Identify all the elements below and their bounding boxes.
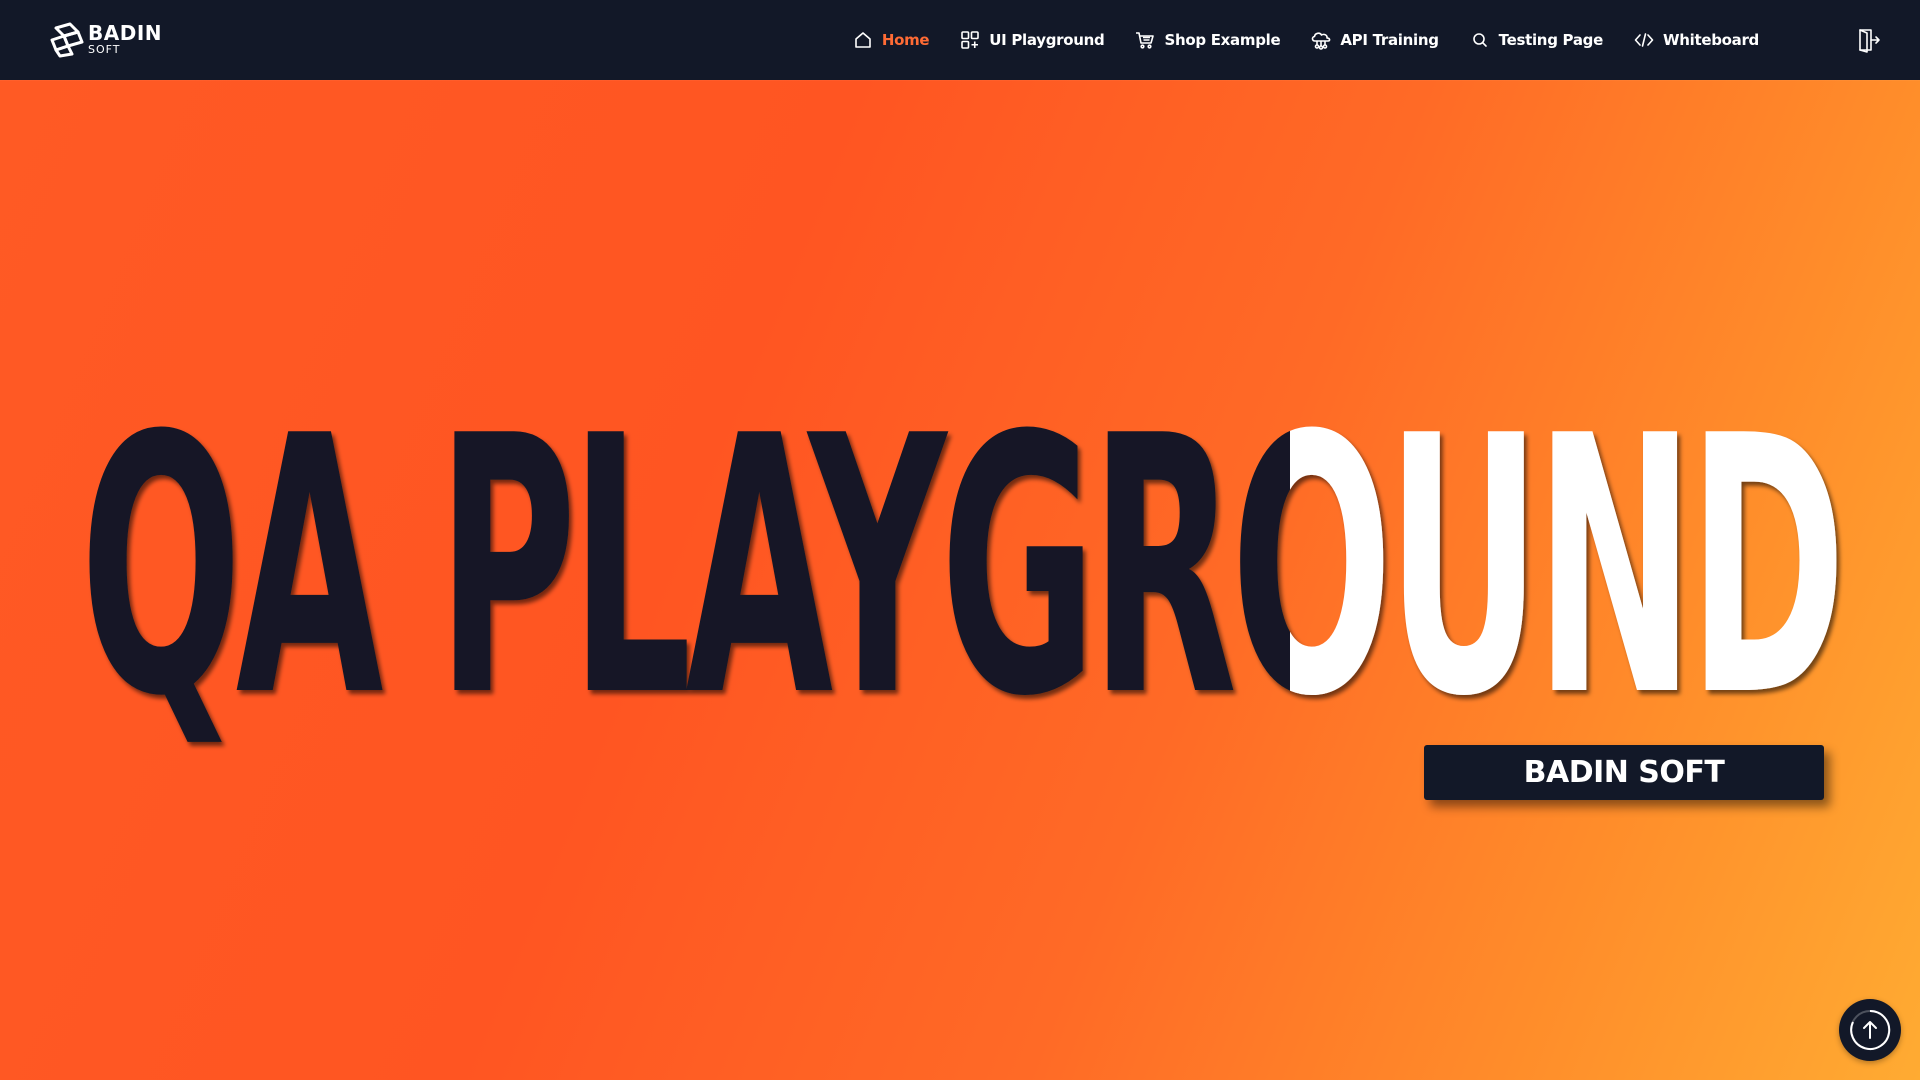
nav-item-label: Shop Example (1164, 31, 1281, 49)
nav-item-home[interactable]: Home (837, 0, 944, 80)
brand-logo[interactable]: BADIN SOFT (48, 18, 162, 60)
cart-icon (1134, 29, 1156, 51)
top-navbar: BADIN SOFT Home UI Playground Shop Examp… (0, 0, 1920, 80)
badin-logo-icon (50, 22, 84, 58)
arrow-up-icon (1850, 1009, 1891, 1050)
logo-main-text: BADIN (88, 21, 163, 45)
nav-item-label: Whiteboard (1662, 31, 1759, 49)
nav-item-ui-playground[interactable]: UI Playground (944, 0, 1119, 80)
search-icon (1469, 29, 1491, 51)
nav-item-whiteboard[interactable]: Whiteboard (1618, 0, 1774, 80)
main-nav: Home UI Playground Shop Example API Trai… (837, 0, 1774, 80)
code-icon (1633, 29, 1655, 51)
nav-item-api-training[interactable]: API Training (1295, 0, 1453, 80)
logo-sub-text: SOFT (88, 43, 121, 56)
logout-icon[interactable] (1856, 27, 1882, 53)
home-icon (852, 29, 874, 51)
cloud-network-icon (1310, 29, 1332, 51)
nav-item-label: API Training (1340, 31, 1439, 49)
scroll-to-top-button[interactable] (1839, 999, 1901, 1061)
logo-text: BADIN SOFT (88, 23, 162, 55)
nav-item-shop-example[interactable]: Shop Example (1119, 0, 1295, 80)
grid-plus-icon (959, 29, 981, 51)
nav-item-label: UI Playground (989, 31, 1105, 49)
brand-badge: BADIN SOFT (1424, 745, 1824, 800)
nav-item-label: Home (881, 31, 930, 49)
nav-item-testing-page[interactable]: Testing Page (1454, 0, 1618, 80)
nav-item-label: Testing Page (1498, 31, 1604, 49)
